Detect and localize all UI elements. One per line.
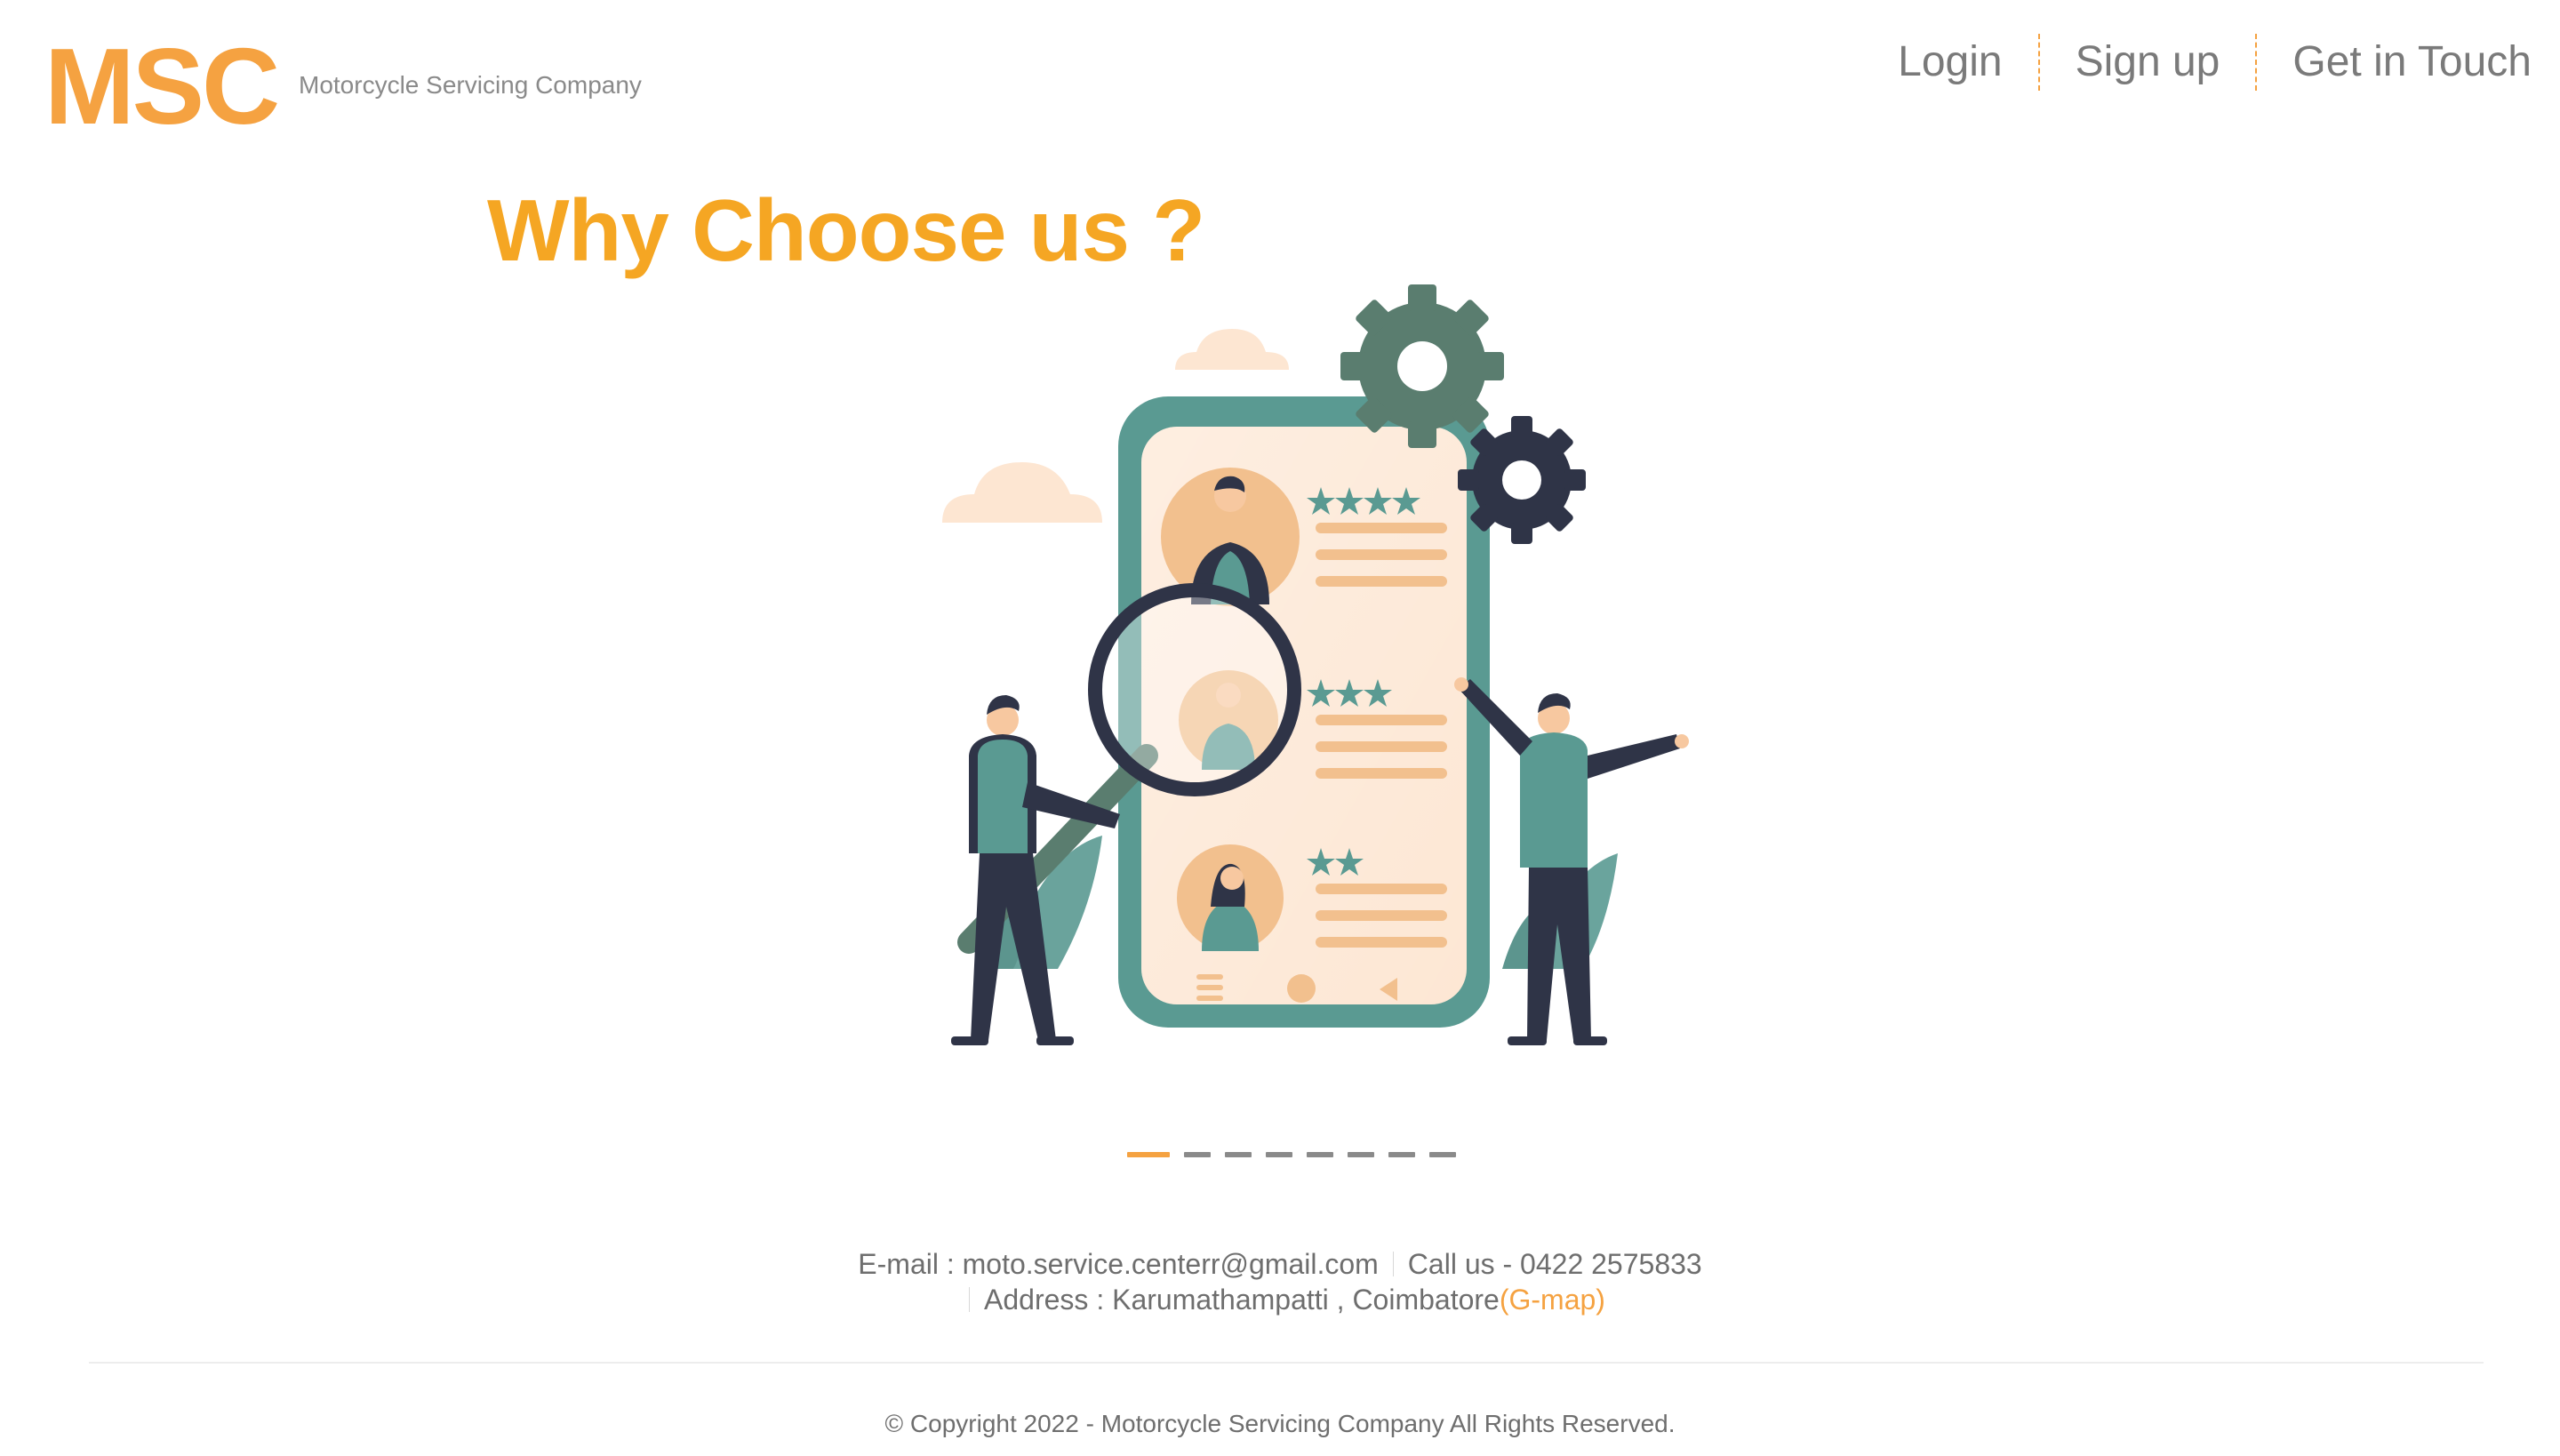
carousel-indicator-2[interactable] — [1184, 1152, 1211, 1157]
carousel-indicator-1[interactable] — [1127, 1152, 1170, 1157]
brand-logo[interactable]: MSC — [44, 32, 280, 140]
copyright-text: © Copyright 2022 - Motorcycle Servicing … — [884, 1410, 1676, 1437]
brand-tagline: Motorcycle Servicing Company — [299, 71, 642, 99]
page: MSC Motorcycle Servicing Company Login S… — [0, 0, 2560, 1456]
email-text[interactable]: E-mail : moto.service.centerr@gmail.com — [858, 1246, 1379, 1282]
gmap-link[interactable]: (G-map) — [1500, 1282, 1605, 1317]
get-in-touch-link[interactable]: Get in Touch — [2257, 41, 2532, 84]
top-nav: Login Sign up Get in Touch — [1862, 34, 2532, 91]
carousel-indicator-8[interactable] — [1429, 1152, 1456, 1157]
carousel-indicator-3[interactable] — [1225, 1152, 1252, 1157]
contact-divider — [1392, 1252, 1394, 1276]
address-text: Address : Karumathampatti , Coimbatore — [984, 1284, 1500, 1316]
gear-icon — [1458, 416, 1586, 544]
gear-icon — [1340, 284, 1504, 448]
carousel-indicator-5[interactable] — [1307, 1152, 1333, 1157]
carousel-indicator-7[interactable] — [1388, 1152, 1415, 1157]
footer-divider — [89, 1362, 2484, 1364]
carousel-indicator-4[interactable] — [1266, 1152, 1292, 1157]
why-choose-us-title: Why Choose us ? — [487, 181, 1205, 279]
contact-info: E-mail : moto.service.centerr@gmail.com … — [0, 1246, 2560, 1317]
contact-divider — [969, 1287, 971, 1312]
carousel-indicators — [1127, 1152, 1456, 1157]
signup-link[interactable]: Sign up — [2040, 41, 2256, 84]
carousel-indicator-6[interactable] — [1348, 1152, 1374, 1157]
phone-text[interactable]: Call us - 0422 2575833 — [1408, 1246, 1702, 1282]
review-rating-illustration — [924, 284, 1707, 1049]
login-link[interactable]: Login — [1862, 41, 2037, 84]
